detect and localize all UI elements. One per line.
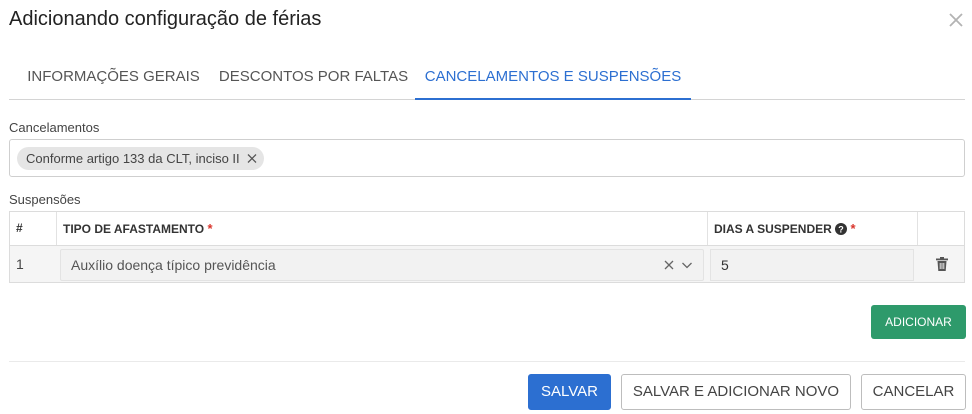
adicionar-button[interactable]: ADICIONAR bbox=[871, 305, 966, 339]
tab-bar: INFORMAÇÕES GERAIS DESCONTOS POR FALTAS … bbox=[9, 56, 965, 100]
close-icon[interactable] bbox=[946, 10, 966, 30]
tipo-afastamento-select[interactable]: Auxílio doença típico previdência bbox=[60, 249, 704, 281]
clear-icon[interactable] bbox=[663, 259, 675, 271]
tab-informacoes-gerais[interactable]: INFORMAÇÕES GERAIS bbox=[24, 56, 203, 100]
tab-cancelamentos-suspensoes[interactable]: CANCELAMENTOS E SUSPENSÕES bbox=[415, 56, 691, 100]
trash-icon[interactable] bbox=[934, 256, 950, 272]
cancelamento-tag: Conforme artigo 133 da CLT, inciso II bbox=[17, 147, 264, 170]
chevron-down-icon[interactable] bbox=[681, 259, 693, 271]
dialog-title: Adicionando configuração de férias bbox=[9, 8, 322, 30]
footer-divider bbox=[9, 361, 965, 362]
cancelamentos-label: Cancelamentos bbox=[9, 120, 100, 135]
table-row: 1 Auxílio doença típico previdência 5 bbox=[10, 245, 964, 282]
help-icon[interactable]: ? bbox=[835, 223, 848, 235]
cancel-button[interactable]: CANCELAR bbox=[861, 374, 966, 410]
svg-text:?: ? bbox=[838, 225, 844, 235]
save-button[interactable]: SALVAR bbox=[528, 374, 611, 410]
row-index: 1 bbox=[16, 256, 24, 272]
required-mark: * bbox=[207, 221, 213, 236]
remove-tag-icon[interactable] bbox=[246, 147, 258, 170]
save-and-add-new-button[interactable]: SALVAR E ADICIONAR NOVO bbox=[621, 374, 851, 410]
suspensoes-table: # TIPO DE AFASTAMENTO * DIAS A SUSPENDER… bbox=[9, 211, 965, 283]
required-mark: * bbox=[850, 221, 856, 236]
suspensoes-label: Suspensões bbox=[9, 192, 81, 207]
tipo-afastamento-value: Auxílio doença típico previdência bbox=[71, 257, 276, 273]
dias-suspender-input[interactable]: 5 bbox=[710, 249, 914, 281]
column-header-dias: DIAS A SUSPENDER ? * bbox=[708, 212, 918, 245]
cancelamento-tag-label: Conforme artigo 133 da CLT, inciso II bbox=[26, 151, 240, 166]
tab-descontos-por-faltas[interactable]: DESCONTOS POR FALTAS bbox=[218, 56, 409, 100]
cancelamentos-multiselect[interactable]: Conforme artigo 133 da CLT, inciso II bbox=[9, 139, 965, 177]
column-header-tipo: TIPO DE AFASTAMENTO * bbox=[57, 212, 708, 245]
column-header-index: # bbox=[10, 212, 57, 245]
